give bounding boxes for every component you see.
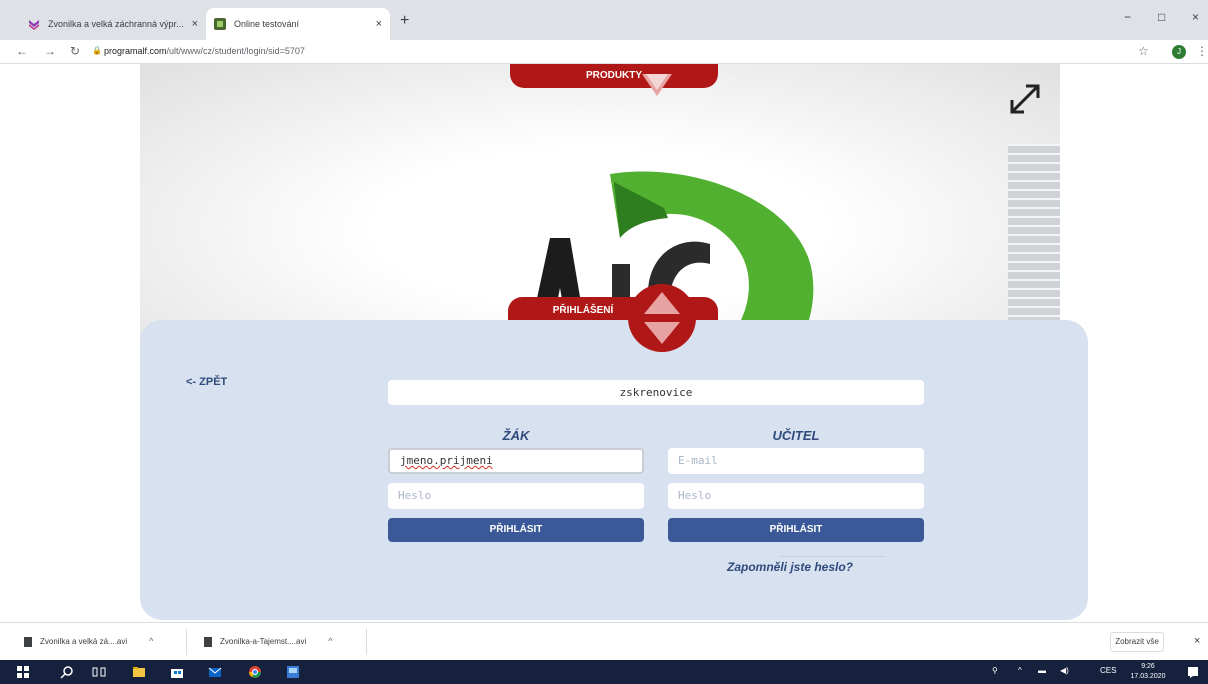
- file-icon: [204, 636, 212, 647]
- window-close-icon[interactable]: ×: [1192, 10, 1199, 24]
- decorative-wall-image: [1008, 144, 1060, 324]
- back-link[interactable]: <- ZPĚT: [186, 376, 227, 388]
- store-icon[interactable]: [170, 665, 184, 679]
- tab-favicon-icon: [28, 18, 40, 30]
- task-view-icon[interactable]: [92, 665, 106, 679]
- minimize-icon[interactable]: −: [1124, 10, 1131, 24]
- downloads-close-icon[interactable]: ×: [1194, 635, 1200, 647]
- divider: [366, 629, 367, 655]
- tab-close-icon[interactable]: ×: [192, 18, 198, 30]
- new-tab-button[interactable]: +: [400, 12, 409, 30]
- produkty-label: PRODUKTY: [585, 70, 643, 81]
- divider: [780, 556, 886, 557]
- browser-menu-icon[interactable]: ⋮: [1196, 44, 1208, 58]
- teacher-heading: UČITEL: [772, 428, 820, 443]
- search-icon[interactable]: [60, 665, 74, 679]
- teacher-password-placeholder: Heslo: [678, 489, 712, 502]
- tab-close-icon[interactable]: ×: [376, 18, 382, 30]
- battery-icon[interactable]: ▬: [1038, 666, 1046, 675]
- produkty-tab[interactable]: PRODUKTY: [510, 64, 718, 88]
- bookmark-star-icon[interactable]: ☆: [1138, 44, 1149, 58]
- student-name-input[interactable]: jmeno.prijmeni: [388, 448, 644, 474]
- student-heading: ŽÁK: [502, 428, 530, 443]
- file-icon: [24, 636, 32, 647]
- maximize-icon[interactable]: □: [1158, 10, 1165, 24]
- chevron-up-icon[interactable]: ^: [149, 636, 153, 646]
- chevron-down-icon[interactable]: [642, 64, 672, 100]
- url-path: /ult/www/cz/student/login/sid=5707: [166, 46, 305, 56]
- clock-date: 17.03.2020: [1130, 673, 1166, 680]
- url-field[interactable]: programalf.com/ult/www/cz/student/login/…: [104, 46, 305, 56]
- chevron-up-icon[interactable]: ^: [328, 636, 332, 646]
- download-item[interactable]: Zvonilka a velká zá....avi ^: [24, 636, 153, 647]
- download-name: Zvonilka a velká zá....avi: [40, 637, 128, 646]
- volume-icon[interactable]: ◀): [1060, 666, 1069, 675]
- tab-online-testovani[interactable]: Online testování ×: [206, 8, 390, 40]
- student-password-input[interactable]: Heslo: [388, 483, 644, 509]
- windows-taskbar: ⚲ ^ ▬ ◀) CES 9:26 17.03.2020: [0, 660, 1208, 684]
- windows-start-icon[interactable]: [16, 665, 30, 679]
- download-item[interactable]: Zvonilka-a-Tajemst....avi ^: [204, 636, 332, 647]
- browser-tab-strip: Zvonilka a velká záchranná výpr... × Onl…: [0, 0, 1208, 40]
- up-down-arrow-icon[interactable]: [626, 282, 698, 354]
- clock-time: 9:26: [1141, 663, 1155, 670]
- downloads-bar: Zvonilka a velká zá....avi ^ Zvonilka-a-T…: [0, 622, 1208, 660]
- people-icon[interactable]: ⚲: [992, 666, 998, 675]
- show-all-downloads-button[interactable]: Zobrazit vše: [1110, 632, 1164, 652]
- back-arrow-icon[interactable]: ←: [16, 44, 28, 58]
- profile-avatar[interactable]: J: [1172, 45, 1186, 59]
- tab-favicon-icon: [214, 18, 226, 30]
- tab-title: Online testování: [234, 19, 300, 29]
- address-bar: ← → ↻ 🔒 programalf.com/ult/www/cz/studen…: [0, 40, 1208, 64]
- app-icon[interactable]: [286, 665, 300, 679]
- student-login-button[interactable]: PŘIHLÁSIT: [388, 518, 644, 542]
- login-panel: <- ZPĚT zskrenovice ŽÁK UČITEL jmeno.pri…: [140, 320, 1088, 620]
- divider: [186, 629, 187, 655]
- download-name: Zvonilka-a-Tajemst....avi: [220, 637, 307, 646]
- page-content: PRODUKTY PŘIHLÁŠENÍ <- ZPĚT zskrenovice …: [0, 64, 1208, 622]
- chevron-up-icon[interactable]: ^: [1018, 666, 1022, 675]
- language-indicator[interactable]: CES: [1100, 666, 1116, 675]
- teacher-login-button[interactable]: PŘIHLÁSIT: [668, 518, 924, 542]
- fullscreen-expand-icon[interactable]: [1006, 80, 1044, 118]
- teacher-email-input[interactable]: E-mail: [668, 448, 924, 474]
- teacher-password-input[interactable]: Heslo: [668, 483, 924, 509]
- url-host: programalf.com: [104, 46, 167, 56]
- chrome-icon[interactable]: [248, 665, 262, 679]
- mail-icon[interactable]: [208, 665, 222, 679]
- student-password-placeholder: Heslo: [398, 489, 432, 502]
- student-name-value: jmeno.prijmeni: [400, 454, 493, 467]
- tab-title: Zvonilka a velká záchranná výpr...: [48, 19, 184, 29]
- forward-arrow-icon[interactable]: →: [44, 44, 56, 58]
- taskbar-clock[interactable]: 9:26 17.03.2020: [1128, 662, 1168, 682]
- teacher-email-placeholder: E-mail: [678, 454, 718, 467]
- tab-zvonilka[interactable]: Zvonilka a velká záchranná výpr... ×: [20, 8, 206, 40]
- forgot-password-link[interactable]: Zapomněli jste heslo?: [640, 560, 940, 574]
- lock-icon[interactable]: 🔒: [92, 46, 102, 55]
- school-field[interactable]: zskrenovice: [388, 380, 924, 405]
- notification-icon[interactable]: [1186, 665, 1200, 679]
- reload-icon[interactable]: ↻: [70, 44, 80, 58]
- file-explorer-icon[interactable]: [132, 665, 146, 679]
